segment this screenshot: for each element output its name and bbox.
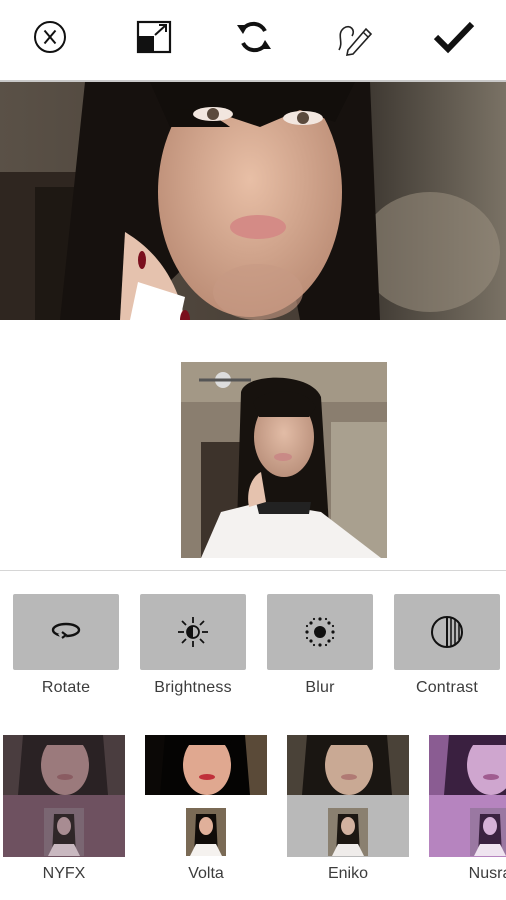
apply-button[interactable] — [431, 14, 477, 60]
section-divider — [0, 570, 506, 571]
tool-label-rotate: Rotate — [41, 679, 91, 696]
filter-preview-image — [302, 735, 392, 795]
filter-preview — [145, 735, 267, 857]
contrast-button[interactable] — [394, 594, 500, 670]
tool-contrast[interactable]: Contrast — [394, 594, 500, 697]
tool-blur[interactable]: Blur — [267, 594, 373, 697]
reset-button[interactable] — [231, 14, 277, 60]
contrast-icon — [431, 616, 463, 648]
filter-label-eniko: Eniko — [327, 865, 369, 882]
brightness-icon — [178, 617, 208, 647]
preview-thumbnail — [181, 362, 387, 558]
top-toolbar — [0, 0, 506, 80]
filter-nyfx[interactable]: NYFX — [3, 735, 125, 895]
rotate-icon — [51, 622, 81, 641]
filter-thumb-image — [44, 808, 84, 856]
filter-eniko[interactable]: Eniko — [287, 735, 409, 895]
refresh-icon — [237, 21, 271, 53]
tool-label-contrast: Contrast — [415, 679, 479, 696]
filter-strip[interactable]: NYFX Volta Eniko Nusr — [0, 735, 506, 900]
filter-label-volta: Volta — [188, 865, 224, 882]
resize-icon — [136, 20, 172, 54]
filter-preview — [287, 735, 409, 857]
tool-brightness[interactable]: Brightness — [140, 594, 246, 697]
photo-canvas[interactable] — [0, 82, 506, 320]
checkmark-icon — [433, 21, 475, 54]
resize-button[interactable] — [131, 14, 177, 60]
filter-preview-image — [444, 735, 506, 795]
filter-preview — [429, 735, 506, 857]
tool-label-brightness: Brightness — [154, 679, 232, 696]
preview-image — [181, 362, 387, 558]
filter-preview-image — [160, 735, 267, 795]
filter-nusra[interactable]: Nusra — [429, 735, 506, 895]
close-circle-icon — [34, 21, 66, 53]
filter-thumb-image — [186, 808, 226, 856]
filter-thumb-image — [328, 808, 368, 856]
tool-rotate[interactable]: Rotate — [13, 594, 119, 697]
filter-thumb-image — [470, 808, 506, 856]
brightness-button[interactable] — [140, 594, 246, 670]
blur-button[interactable] — [267, 594, 373, 670]
filter-volta[interactable]: Volta — [145, 735, 267, 895]
rotate-button[interactable] — [13, 594, 119, 670]
filter-preview — [3, 735, 125, 857]
draw-button[interactable] — [332, 14, 378, 60]
filter-label-nyfx: NYFX — [42, 865, 86, 882]
cancel-button[interactable] — [27, 14, 73, 60]
photo-image — [0, 82, 506, 320]
filter-label-nusra: Nusra — [468, 865, 506, 882]
tool-label-blur: Blur — [305, 679, 335, 696]
pencil-squiggle-icon — [338, 25, 373, 56]
blur-icon — [305, 617, 335, 647]
filter-preview-image — [18, 735, 108, 795]
